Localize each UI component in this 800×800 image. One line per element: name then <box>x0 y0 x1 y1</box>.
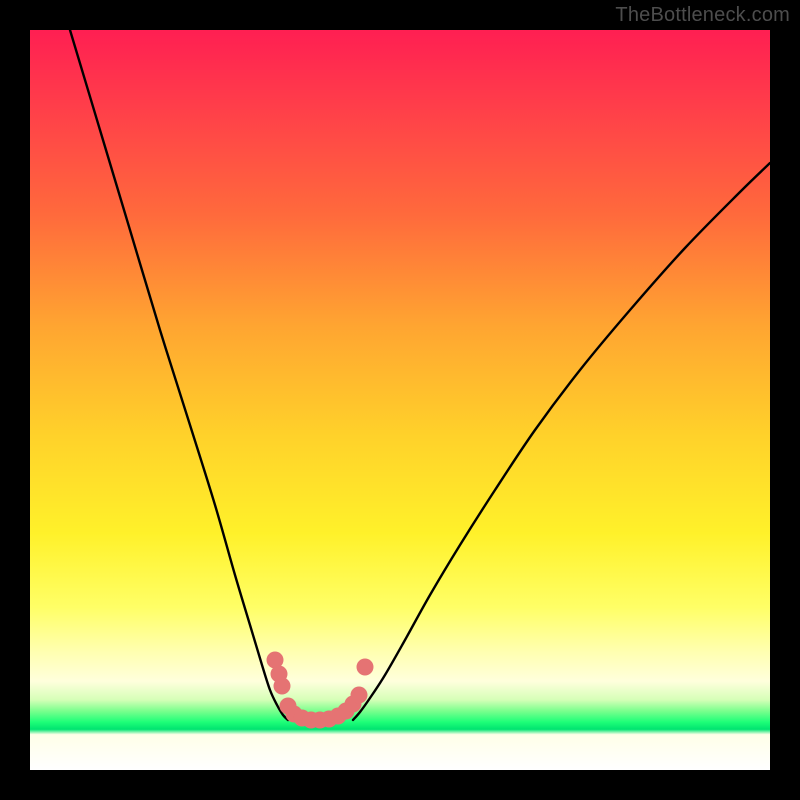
optimal-point <box>274 678 291 695</box>
curve-right-arm <box>353 163 770 720</box>
curve-left-arm <box>70 30 288 720</box>
optimal-point <box>351 687 368 704</box>
watermark-text: TheBottleneck.com <box>615 4 790 27</box>
curve-layer <box>30 30 770 770</box>
plot-area <box>30 30 770 770</box>
optimal-point <box>357 659 374 676</box>
chart-frame: TheBottleneck.com <box>0 0 800 800</box>
